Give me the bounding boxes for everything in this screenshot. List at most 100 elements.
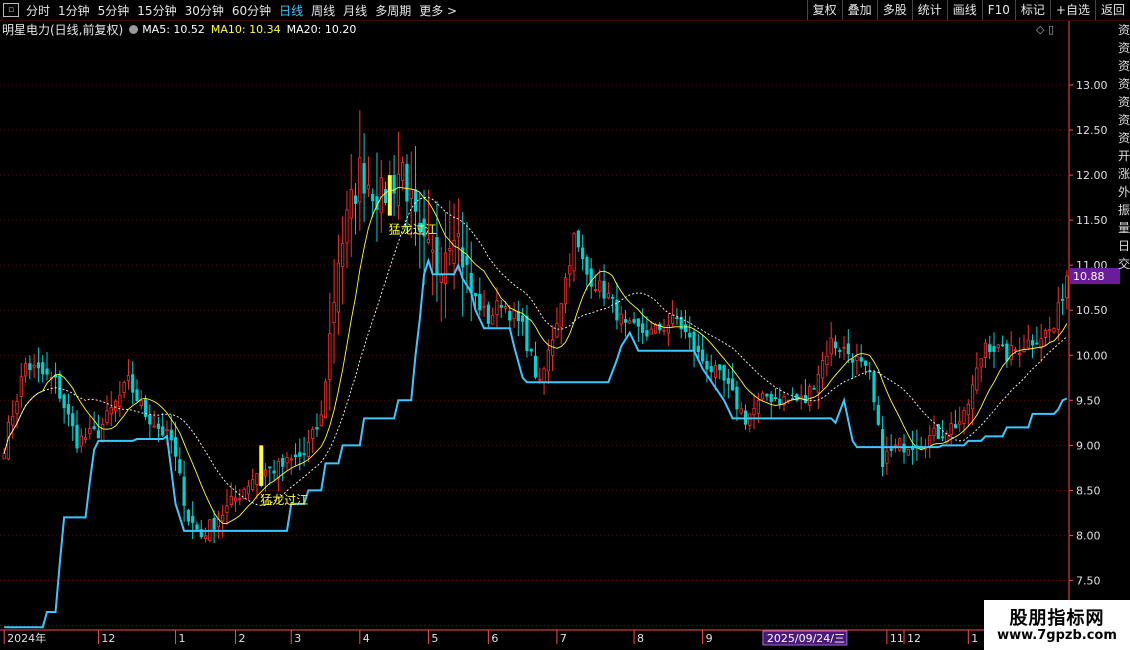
candle-body-112	[482, 305, 486, 308]
candle-body-152	[653, 323, 658, 334]
tab-6[interactable]: 日线	[279, 2, 303, 19]
toolbar-button-6[interactable]: 标记	[1014, 0, 1050, 20]
candle-body-26	[113, 400, 118, 412]
candle-body-84	[362, 163, 366, 194]
candle-body-206	[885, 450, 889, 464]
candle-body-23	[101, 424, 105, 443]
candle-body-111	[478, 293, 482, 311]
candle-body-230	[988, 344, 992, 352]
candle-body-122	[525, 315, 529, 352]
tab-5[interactable]: 60分钟	[232, 2, 271, 19]
candle-body-14	[62, 394, 66, 409]
candle-body-13	[58, 373, 62, 399]
tab-9[interactable]: 多周期	[375, 2, 411, 19]
candle-body-44	[191, 515, 195, 523]
candle-body-221	[949, 423, 953, 435]
toolbar-button-8[interactable]: 返回	[1094, 0, 1130, 20]
candle-body-190	[816, 373, 820, 393]
tab-10[interactable]: 更多 >	[419, 2, 457, 19]
candle-body-195	[838, 349, 842, 352]
candle-body-45	[195, 524, 199, 530]
candle-body-139	[598, 280, 602, 292]
kline-chart[interactable]: 7.007.508.008.509.009.5010.0010.5011.001…	[0, 0, 1130, 650]
tab-0[interactable]: 分时	[26, 2, 50, 19]
ytick-label-5: 9.50	[1076, 394, 1101, 407]
candle-body-96	[413, 189, 418, 212]
candle-body-171	[735, 386, 739, 410]
ytick-label-3: 8.50	[1076, 484, 1101, 497]
candle-body-126	[542, 368, 546, 383]
window-icon[interactable]: ▫	[3, 3, 19, 17]
candle-body-141	[606, 293, 610, 299]
candle-body-27	[118, 394, 122, 407]
candle-body-164	[705, 360, 709, 370]
tab-8[interactable]: 月线	[343, 2, 367, 19]
candle-body-88	[379, 177, 383, 214]
candle-body-130	[559, 303, 563, 328]
side-text-3: 资	[1118, 77, 1130, 91]
candle-body-4	[19, 376, 23, 397]
panel-toggle-icon[interactable]: ▯	[1048, 23, 1054, 36]
candle-body-83	[358, 157, 362, 203]
candle-body-161	[692, 331, 696, 352]
tab-1[interactable]: 1分钟	[58, 2, 90, 19]
candle-body-67	[289, 458, 293, 461]
candle-body-36	[156, 423, 161, 429]
candle-body-197	[846, 343, 850, 355]
side-text-10: 振	[1118, 203, 1130, 217]
ma20-label: MA20: 10.20	[286, 22, 357, 36]
candle-body-191	[821, 360, 825, 379]
tab-7[interactable]: 周线	[311, 2, 335, 19]
candle-body-79	[341, 243, 345, 268]
diamond-icon[interactable]: ◇	[1036, 23, 1044, 36]
toolbar-button-2[interactable]: 多股	[876, 0, 912, 20]
candle-body-153	[658, 323, 662, 331]
candle-body-0	[2, 453, 6, 460]
candle-body-196	[842, 346, 846, 349]
toolbar-button-5[interactable]: F10	[981, 0, 1015, 20]
candle-body-247	[1060, 298, 1065, 301]
candle-body-166	[713, 365, 718, 378]
candle-body-74	[319, 414, 323, 427]
candle-body-62	[268, 466, 272, 469]
side-text-9: 外	[1118, 185, 1130, 199]
period-tabs: 分时 1分钟 5分钟 15分钟 30分钟 60分钟 日线 周线 月线 多周期 更多 >	[26, 0, 465, 20]
candle-body-204	[876, 404, 880, 425]
candle-body-6	[28, 363, 32, 371]
candle-body-118	[508, 311, 512, 321]
toolbar-button-7[interactable]: +自选	[1049, 0, 1095, 20]
candle-body-149	[641, 323, 645, 333]
candle-body-194	[833, 341, 838, 349]
candle-body-54	[233, 497, 238, 502]
xtick-label-9: 8	[637, 632, 644, 645]
candle-body-167	[718, 364, 722, 371]
tab-3[interactable]: 15分钟	[137, 2, 176, 19]
candle-body-123	[529, 348, 533, 352]
toolbar-button-1[interactable]: 叠加	[841, 0, 877, 20]
candle-body-189	[812, 387, 816, 390]
tab-2[interactable]: 5分钟	[98, 2, 130, 19]
xtick-label-11: 11	[890, 632, 904, 645]
candle-body-143	[615, 299, 619, 321]
toolbar-button-0[interactable]: 复权	[806, 0, 842, 20]
candle-body-101	[435, 237, 439, 275]
candle-body-99	[426, 239, 430, 244]
candle-body-219	[940, 436, 945, 439]
toolbar-button-4[interactable]: 画线	[946, 0, 982, 20]
toolbar-button-3[interactable]: 统计	[911, 0, 947, 20]
candle-body-234	[1005, 343, 1009, 362]
settings-icon[interactable]	[129, 24, 139, 34]
candle-body-147	[632, 319, 636, 323]
candle-body-207	[889, 448, 893, 451]
candle-body-229	[983, 342, 988, 358]
side-text-1: 资	[1118, 41, 1130, 55]
tab-4[interactable]: 30分钟	[185, 2, 224, 19]
candle-body-65	[281, 458, 285, 467]
candle-body-188	[808, 386, 812, 406]
candle-body-248	[1065, 275, 1069, 299]
candle-body-69	[298, 452, 302, 457]
candle-body-233	[1000, 344, 1005, 347]
xtick-label-10: 9	[706, 632, 713, 645]
ytick-label-9: 11.50	[1076, 214, 1108, 227]
candle-body-142	[611, 296, 615, 299]
